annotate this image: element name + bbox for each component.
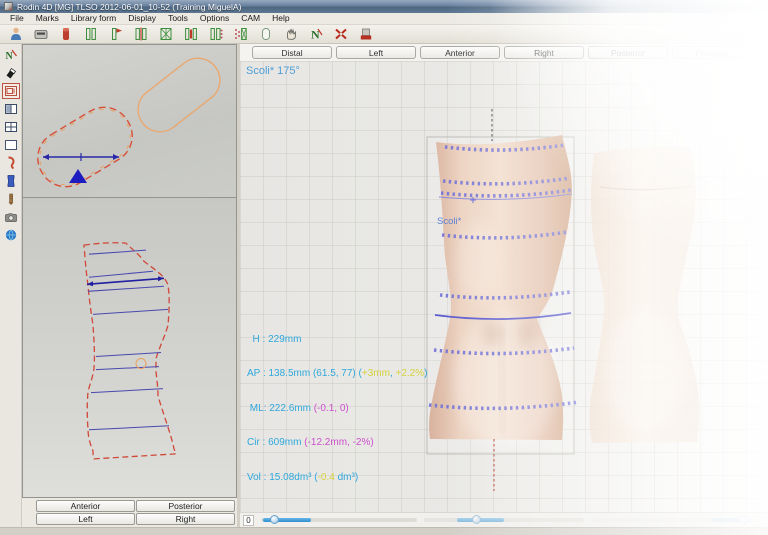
svg-text:N: N — [5, 51, 13, 62]
cross-section-panel[interactable] — [22, 44, 237, 198]
columns-dots-icon[interactable] — [205, 26, 226, 43]
profile-panel[interactable] — [22, 198, 237, 498]
view-tabs: Distal Left Anterior Right Posterior Pro… — [240, 44, 768, 61]
menu-file[interactable]: File — [4, 13, 30, 24]
left-button[interactable]: Left — [36, 513, 135, 525]
patient-icon[interactable] — [5, 26, 26, 43]
tab-right[interactable]: Right — [504, 46, 584, 59]
letter-n-tool-icon[interactable]: N — [305, 26, 326, 43]
camera-icon[interactable] — [2, 209, 20, 225]
measure-height: H : 229mm — [247, 334, 427, 346]
reference-contour — [129, 49, 229, 140]
measure-cir: Cir : 609mm (-12.2mm, -2%) — [247, 437, 427, 449]
columns-core-icon[interactable] — [180, 26, 201, 43]
columns-axis-icon[interactable] — [130, 26, 151, 43]
menu-help[interactable]: Help — [266, 13, 295, 24]
tab-posterior[interactable]: Posterior — [588, 46, 668, 59]
globe-icon[interactable] — [2, 227, 20, 243]
mesh-columns-icon[interactable] — [155, 26, 176, 43]
cast-red-icon[interactable] — [55, 26, 76, 43]
rodin4d-window: Rodin 4D [MG] TLSO 2012-06-01_10-52 (Tra… — [0, 0, 768, 535]
tab-distal[interactable]: Distal — [252, 46, 332, 59]
profile-view-buttons: Anterior Posterior Left Right — [22, 498, 237, 527]
tab-anterior[interactable]: Anterior — [420, 46, 500, 59]
menu-tools[interactable]: Tools — [162, 13, 194, 24]
anterior-marker-triangle[interactable] — [69, 169, 87, 183]
main-toolbar: N — [0, 25, 768, 44]
blend-slider-1[interactable] — [261, 518, 417, 522]
app-icon — [4, 2, 13, 11]
bottom-slider-bar: 0 — [240, 512, 768, 527]
measurements-block: H : 229mm AP : 138.5mm (61.5, 77) (+3mm,… — [247, 311, 427, 507]
tab-proximal[interactable]: Proximal — [672, 46, 752, 59]
pencil-n-icon[interactable]: N — [2, 47, 20, 63]
press-machine-icon[interactable] — [355, 26, 376, 43]
menu-cam[interactable]: CAM — [235, 13, 266, 24]
side-toolbar: N — [0, 44, 22, 527]
menu-bar: File Marks Library form Display Tools Op… — [0, 13, 768, 25]
measure-vol: Vol : 15.08dm³ (-0.4 dm³) — [247, 472, 427, 484]
hand-tool-icon[interactable] — [280, 26, 301, 43]
right-button[interactable]: Right — [136, 513, 235, 525]
tab-left[interactable]: Left — [336, 46, 416, 59]
anterior-button[interactable]: Anterior — [36, 500, 135, 512]
main-area: N — [0, 44, 768, 527]
screw-icon[interactable] — [2, 191, 20, 207]
viewer-column: Distal Left Anterior Right Posterior Pro… — [240, 44, 768, 527]
dots-mesh-icon[interactable] — [230, 26, 251, 43]
posterior-button[interactable]: Posterior — [136, 500, 235, 512]
single-view-icon[interactable] — [2, 137, 20, 153]
reference-torso-model — [589, 146, 699, 443]
split-view-icon[interactable] — [2, 101, 20, 117]
section-view-icon[interactable] — [2, 83, 20, 99]
measure-ap: AP : 138.5mm (61.5, 77) (+3mm, +2.2%) — [247, 368, 427, 380]
flag-tool-icon[interactable] — [105, 26, 126, 43]
status-bar — [0, 527, 768, 535]
section-measure-line[interactable] — [43, 153, 119, 161]
quad-view-icon[interactable] — [2, 119, 20, 135]
menu-options[interactable]: Options — [194, 13, 235, 24]
scoli-angle-label: Scoli* 175° — [246, 65, 300, 77]
orthosis-icon[interactable] — [2, 155, 20, 171]
profile-selected-line[interactable] — [87, 276, 164, 286]
blend-slider-3[interactable] — [591, 518, 759, 522]
left-panels: Anterior Posterior Left Right — [22, 44, 237, 527]
cross-section-canvas — [23, 45, 236, 197]
profile-canvas — [23, 198, 236, 497]
blend-slider-2[interactable] — [424, 518, 584, 522]
measure-ml: ML: 222.6mm (-0.1, 0) — [247, 403, 427, 415]
profile-section-lines — [88, 250, 169, 430]
carver-machine-icon[interactable] — [30, 26, 51, 43]
cylinder-icon[interactable] — [255, 26, 276, 43]
torso-blue-icon[interactable] — [2, 173, 20, 189]
eraser-icon[interactable] — [2, 65, 20, 81]
model-name-label: Scoli* — [437, 216, 461, 227]
menu-marks[interactable]: Marks — [30, 13, 65, 24]
window-title: Rodin 4D [MG] TLSO 2012-06-01_10-52 (Tra… — [17, 2, 241, 12]
3d-viewport[interactable]: Scoli* 175° Scoli* H : 229mm AP : 138.5m… — [240, 61, 768, 512]
slider-value-box[interactable]: 0 — [243, 515, 254, 526]
menu-display[interactable]: Display — [122, 13, 162, 24]
blank-columns-icon[interactable] — [80, 26, 101, 43]
cut-tools-icon[interactable] — [330, 26, 351, 43]
title-bar[interactable]: Rodin 4D [MG] TLSO 2012-06-01_10-52 (Tra… — [0, 0, 768, 13]
menu-library-form[interactable]: Library form — [65, 13, 122, 24]
